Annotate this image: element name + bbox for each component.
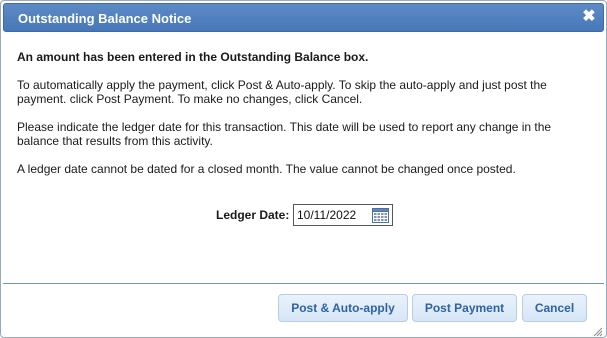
ledger-date-input[interactable] (297, 208, 367, 222)
close-icon[interactable]: ✖ (582, 9, 596, 25)
dialog-message: An amount has been entered in the Outsta… (17, 50, 592, 190)
post-auto-apply-button[interactable]: Post & Auto-apply (278, 294, 408, 322)
ledger-date-label: Ledger Date: (216, 208, 290, 222)
message-paragraph-instructions: To automatically apply the payment, clic… (17, 78, 547, 106)
post-payment-button[interactable]: Post Payment (412, 294, 517, 322)
ledger-date-field-wrapper (293, 204, 393, 226)
cancel-button[interactable]: Cancel (522, 294, 587, 322)
dialog-titlebar[interactable]: Outstanding Balance Notice ✖ (3, 3, 604, 32)
resize-grip-icon[interactable] (593, 324, 603, 337)
message-paragraph-ledger: Please indicate the ledger date for this… (17, 120, 552, 148)
button-bar-divider (3, 283, 604, 284)
calendar-icon[interactable] (372, 207, 389, 223)
ledger-date-row: Ledger Date: (1, 204, 606, 226)
dialog-title: Outstanding Balance Notice (18, 11, 192, 26)
message-paragraph-closed-month: A ledger date cannot be dated for a clos… (17, 162, 516, 176)
outstanding-balance-dialog: Outstanding Balance Notice ✖ An amount h… (0, 0, 607, 338)
message-heading: An amount has been entered in the Outsta… (17, 50, 369, 64)
